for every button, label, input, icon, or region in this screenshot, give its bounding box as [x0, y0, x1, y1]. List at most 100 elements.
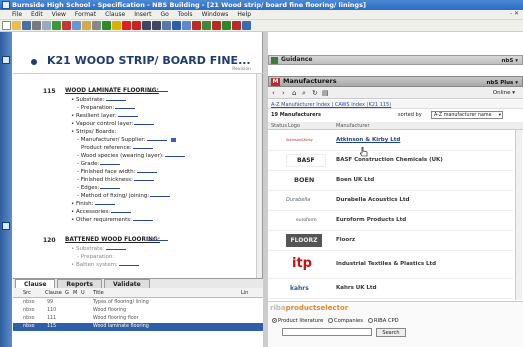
green-grid-icon[interactable] [202, 21, 211, 30]
print-preview-icon[interactable] [42, 21, 51, 30]
table-row[interactable]: nbso 111 Wood flooring floor [13, 315, 263, 323]
navigator-icon[interactable] [2, 56, 10, 64]
radio-riba-cpd[interactable]: RIBA CPD [368, 318, 399, 324]
clause-title-field[interactable] [148, 88, 168, 92]
up-arrow-icon[interactable] [142, 21, 151, 30]
col-g[interactable]: G [65, 290, 69, 296]
copy-icon[interactable] [72, 21, 81, 30]
menu-view[interactable]: View [52, 11, 66, 18]
online-status[interactable]: Online ▾ [493, 90, 515, 96]
clause-line: • Finish: [71, 201, 115, 207]
manufacturer-scrollbar[interactable] [515, 130, 522, 300]
col-status[interactable]: Status [271, 123, 287, 129]
manufacturer-name[interactable]: Euroform Products Ltd [336, 217, 406, 223]
clause-number[interactable]: 120 [43, 237, 56, 244]
table-row[interactable]: nbso 99 Types of flooring/ lining [13, 299, 263, 307]
manufacturer-row[interactable]: kahrs Kahrs UK Ltd [268, 279, 513, 299]
manufacturer-row[interactable]: BASF BASF Construction Chemicals (UK) [268, 151, 513, 171]
manufacturer-link-icon[interactable] [170, 137, 176, 142]
book-icon[interactable] [172, 21, 181, 30]
question-icon[interactable] [112, 21, 121, 30]
report-icon[interactable] [232, 21, 241, 30]
menu-tools[interactable]: Tools [178, 11, 193, 18]
product-search-input[interactable] [282, 328, 372, 336]
spell-check-icon[interactable] [52, 21, 61, 30]
guidance-panel-header[interactable]: Guidance nbS ▾ [268, 55, 523, 65]
manufacturer-name[interactable]: Durabella Acoustics Ltd [336, 197, 410, 203]
radio-companies[interactable]: Companies [328, 318, 363, 324]
project-icon[interactable] [2, 222, 10, 230]
col-manufacturer[interactable]: Manufacturer [336, 123, 370, 129]
clause-number[interactable]: 115 [43, 88, 56, 95]
sort-select[interactable]: A-Z manufacturer name ▾ [431, 111, 503, 119]
manufacturers-panel-header[interactable]: M Manufacturers nbS Plus ▾ [268, 76, 523, 87]
cut-icon[interactable] [62, 21, 71, 30]
menu-help[interactable]: Help [237, 11, 251, 18]
clause-title-field[interactable] [148, 237, 168, 241]
undo-icon[interactable] [92, 21, 101, 30]
col-lin[interactable]: Lin [241, 290, 248, 296]
clause-title[interactable]: WOOD LAMINATE FLOORING: [65, 88, 159, 94]
col-src[interactable]: Src [23, 290, 31, 296]
tab-reports[interactable]: Reports [57, 279, 102, 288]
sort-icon[interactable] [162, 21, 171, 30]
delete-icon[interactable] [122, 21, 131, 30]
manufacturer-row[interactable]: Durabella Durabella Acoustics Ltd [268, 191, 513, 211]
index-links: A-Z Manufacturer Index | CAWS Index (K21… [268, 100, 523, 109]
print-icon[interactable] [32, 21, 41, 30]
paste-icon[interactable] [82, 21, 91, 30]
check-icon[interactable] [102, 21, 111, 30]
red-block-icon[interactable] [212, 21, 221, 30]
manufacturer-name[interactable]: Atkinson & Kirby Ltd [336, 137, 400, 143]
window-controls[interactable]: - ✕ [510, 10, 519, 17]
new-document-icon[interactable] [2, 21, 11, 30]
manufacturer-name[interactable]: BASF Construction Chemicals (UK) [336, 157, 443, 163]
save-icon[interactable] [22, 21, 31, 30]
manufacturer-name[interactable]: Boen UK Ltd [336, 177, 374, 183]
manufacturer-row[interactable]: itp Industrial Textiles & Plastics Ltd [268, 251, 513, 279]
refresh-icon[interactable]: ↻ [312, 89, 318, 97]
radio-product-literature[interactable]: Product literature [272, 318, 323, 324]
manufacturers-icon: M [271, 78, 280, 86]
menu-insert[interactable]: Insert [134, 11, 151, 18]
search-icon[interactable]: ⌕ [302, 89, 306, 98]
manufacturer-row[interactable]: BOEN Boen UK Ltd [268, 171, 513, 191]
menu-go[interactable]: Go [160, 11, 168, 18]
col-u[interactable]: U [81, 290, 85, 296]
manufacturer-row[interactable]: euroform Euroform Products Ltd [268, 211, 513, 231]
manufacturer-name[interactable]: Industrial Textiles & Plastics Ltd [336, 261, 436, 267]
home-icon[interactable]: ⌂ [292, 89, 296, 97]
col-logo[interactable]: Logo [288, 123, 300, 129]
manufacturer-name[interactable]: Kahrs UK Ltd [336, 285, 377, 291]
tab-clause[interactable]: Clause [15, 279, 56, 288]
document-scrollbar[interactable] [256, 74, 262, 278]
manufacturer-row[interactable]: FLOORZ Floorz [268, 231, 513, 251]
red-grid-icon[interactable] [192, 21, 201, 30]
table-row[interactable]: nbso 110 Wood flooring [13, 307, 263, 315]
reject-icon[interactable] [132, 21, 141, 30]
open-folder-icon[interactable] [12, 21, 21, 30]
manufacturer-row[interactable]: Atkinson&Kirby Atkinson & Kirby Ltd [268, 131, 513, 151]
tab-validate[interactable]: Validate [103, 279, 150, 288]
index-link[interactable]: A-Z Manufacturer Index | CAWS Index (K21… [271, 102, 391, 108]
clause-title[interactable]: BATTENED WOOD FLOORING: [65, 237, 160, 243]
menu-format[interactable]: Format [75, 11, 96, 18]
col-m[interactable]: M [73, 290, 77, 296]
manufacturer-name[interactable]: Floorz [336, 237, 355, 243]
menu-file[interactable]: File [12, 11, 22, 18]
col-title[interactable]: Title [93, 290, 104, 296]
menu-windows[interactable]: Windows [202, 11, 229, 18]
table-row-selected[interactable]: nbso 115 Wood laminate flooring [13, 323, 263, 331]
guidance-brand[interactable]: nbS ▾ [502, 57, 519, 65]
col-clause[interactable]: Clause [45, 290, 62, 296]
menu-edit[interactable]: Edit [31, 11, 43, 18]
list-icon[interactable] [242, 21, 251, 30]
down-arrow-icon[interactable] [152, 21, 161, 30]
back-icon[interactable]: ‹ [272, 89, 275, 97]
print-icon[interactable]: ▤ [322, 89, 329, 97]
bookmark-icon[interactable] [182, 21, 191, 30]
green-block-icon[interactable] [222, 21, 231, 30]
forward-icon[interactable]: › [282, 89, 285, 97]
search-button[interactable]: Search [376, 328, 406, 337]
menu-clause[interactable]: Clause [105, 11, 125, 18]
